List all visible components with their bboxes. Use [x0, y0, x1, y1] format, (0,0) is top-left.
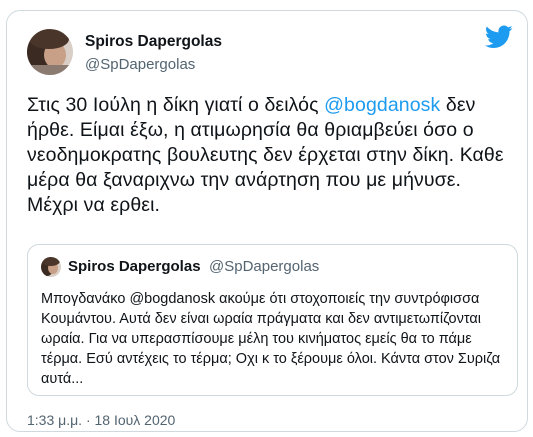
quoted-tweet[interactable]: Spiros Dapergolas @SpDapergolas Μπογδανά… — [27, 244, 518, 396]
tweet-text: Στις 30 Ιούλη η δίκη γιατί ο δειλός @bog… — [27, 93, 517, 218]
quoted-author-handle[interactable]: @SpDapergolas — [209, 258, 319, 275]
profile-photo-icon — [41, 257, 61, 277]
quoted-author-name[interactable]: Spiros Dapergolas — [68, 258, 201, 275]
tweet-text-before: Στις 30 Ιούλη η δίκη γιατί ο δειλός — [27, 94, 325, 116]
author-handle[interactable]: @SpDapergolas — [85, 56, 195, 73]
profile-photo-icon — [27, 29, 73, 75]
author-name[interactable]: Spiros Dapergolas — [85, 33, 222, 51]
quoted-tweet-text: Μπογδανάκο @bogdanosk ακούμε ότι στοχοπο… — [41, 291, 501, 387]
mention-link[interactable]: @bogdanosk — [324, 94, 440, 116]
author-avatar[interactable] — [27, 29, 73, 75]
tweet-timestamp[interactable]: 1:33 μ.μ. · 18 Ιουλ 2020 — [27, 412, 175, 428]
twitter-bird-icon[interactable] — [484, 25, 513, 49]
tweet-card: Spiros Dapergolas @SpDapergolas Στις 30 … — [6, 10, 528, 432]
quoted-author-avatar[interactable] — [41, 257, 61, 277]
